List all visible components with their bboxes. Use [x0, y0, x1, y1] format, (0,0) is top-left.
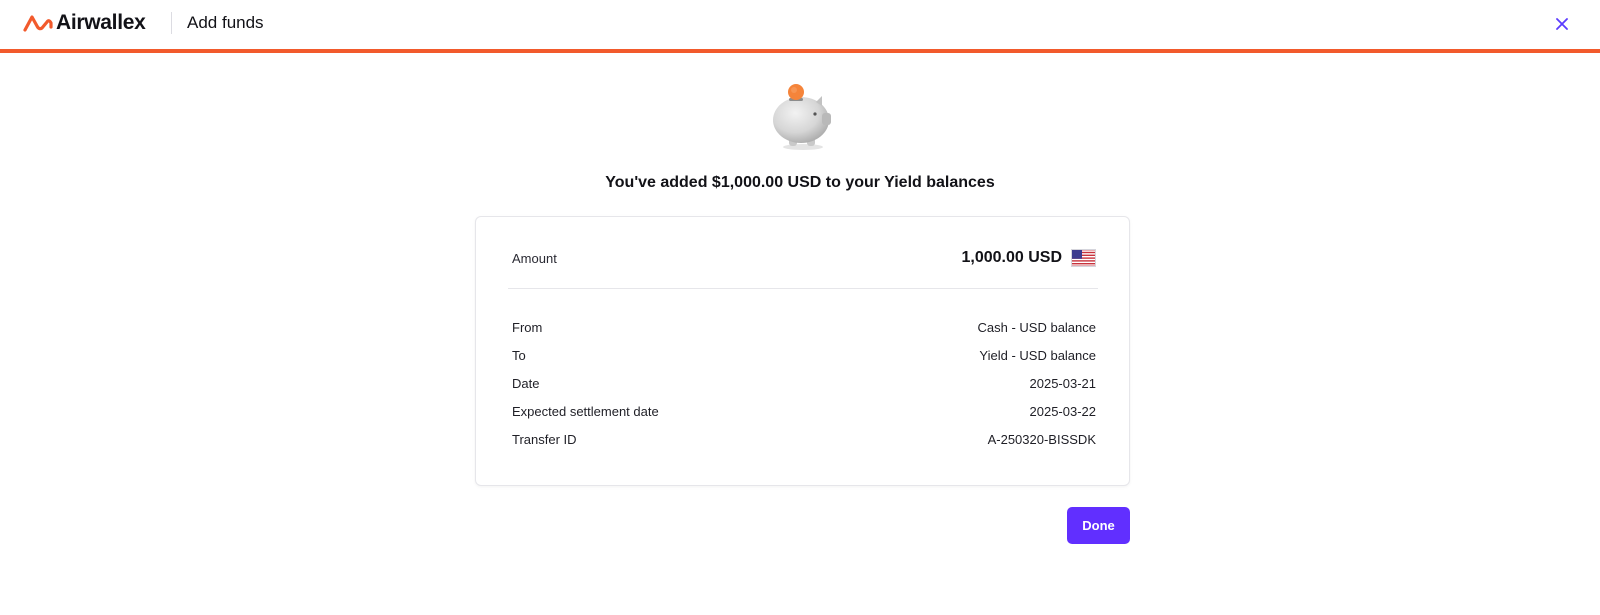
top-header: Airwallex Add funds: [0, 0, 1600, 50]
detail-label: Transfer ID: [512, 431, 577, 447]
close-icon[interactable]: [1556, 18, 1568, 30]
detail-value: Yield - USD balance: [979, 347, 1096, 363]
detail-row-from: From Cash - USD balance: [512, 313, 1096, 341]
detail-row-date: Date 2025-03-21: [512, 369, 1096, 397]
transfer-summary-card: Amount 1,000.00 USD From Cash - USD bala…: [475, 216, 1130, 486]
detail-label: Date: [512, 375, 540, 391]
detail-row-to: To Yield - USD balance: [512, 341, 1096, 369]
airwallex-logo: Airwallex: [23, 12, 146, 34]
header-accent-bar: [0, 49, 1600, 53]
detail-row-settlement-date: Expected settlement date 2025-03-22: [512, 397, 1096, 425]
close-button[interactable]: [1552, 14, 1572, 34]
detail-value: A-250320-BISSDK: [987, 431, 1096, 447]
done-button[interactable]: Done: [1067, 507, 1130, 544]
detail-label: To: [512, 347, 526, 363]
amount-value: 1,000.00 USD: [961, 249, 1062, 266]
piggy-bank-icon: [770, 84, 836, 152]
amount-row: Amount 1,000.00 USD: [512, 245, 1096, 271]
page-title: Add funds: [187, 13, 264, 32]
detail-label: From: [512, 319, 543, 335]
detail-value: 2025-03-22: [1029, 403, 1097, 419]
detail-value: 2025-03-21: [1029, 375, 1097, 391]
detail-row-transfer-id: Transfer ID A-250320-BISSDK: [512, 425, 1096, 453]
amount-value-group: 1,000.00 USD: [961, 249, 1096, 267]
amount-label: Amount: [512, 250, 557, 266]
us-flag-icon: [1071, 249, 1096, 267]
header-divider: [171, 12, 172, 34]
card-divider: [508, 288, 1098, 289]
detail-label: Expected settlement date: [512, 403, 659, 419]
brand-name: Airwallex: [56, 11, 146, 34]
detail-value: Cash - USD balance: [977, 319, 1097, 335]
transfer-details-list: From Cash - USD balance To Yield - USD b…: [512, 313, 1096, 453]
confirmation-headline: You've added $1,000.00 USD to your Yield…: [605, 174, 995, 191]
airwallex-logo-icon: [23, 15, 53, 32]
